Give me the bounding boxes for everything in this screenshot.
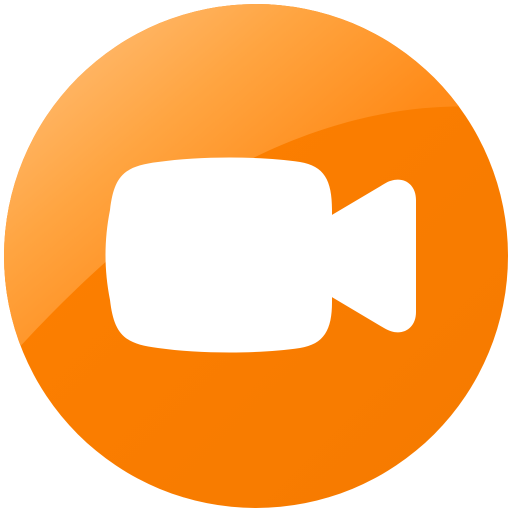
app-icon-container[interactable] (0, 0, 512, 512)
video-camera-app-icon[interactable] (0, 0, 512, 512)
camera-body-shape (105, 157, 332, 353)
